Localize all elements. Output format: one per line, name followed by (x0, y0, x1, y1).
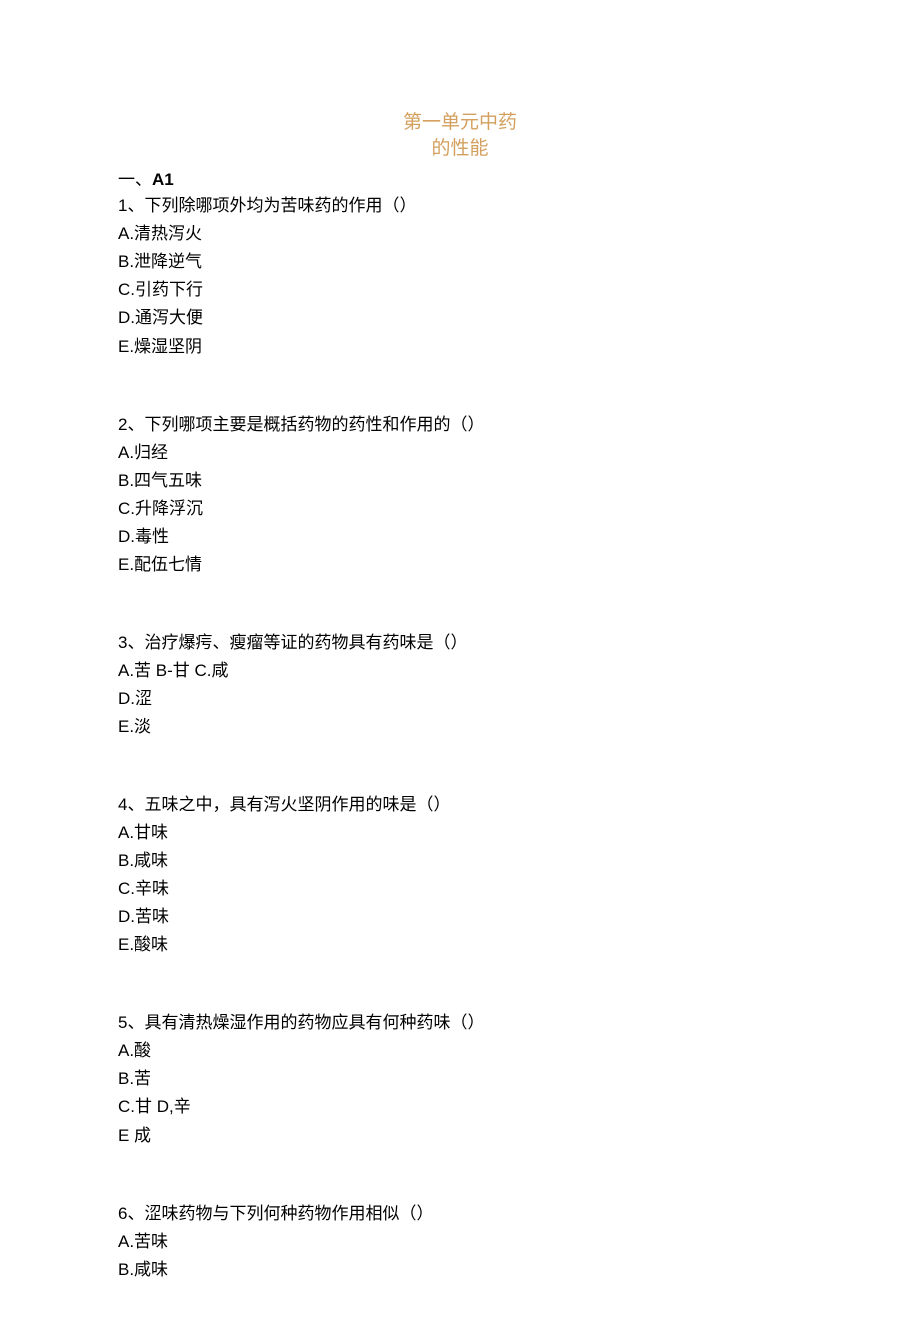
question-stem: 6、涩味药物与下列何种药物作用相似（） (118, 1200, 802, 1228)
question-block: 3、治疗爆疞、瘦瘤等证的药物具有药味是（） A.苦 B-甘 C.咸 D.涩 E.… (118, 629, 802, 741)
question-option: E.燥湿坚阴 (118, 333, 802, 361)
question-option: A.清热泻火 (118, 220, 802, 248)
question-option: A.苦 B-甘 C.咸 (118, 657, 802, 685)
question-option: B.咸味 (118, 1256, 802, 1284)
question-stem: 2、下列哪项主要是概括药物的药性和作用的（） (118, 411, 802, 439)
document-page: 第一单元中药 的性能 一、A1 1、下列除哪项外均为苦味药的作用（） A.清热泻… (0, 0, 920, 1324)
question-option: B.苦 (118, 1065, 802, 1093)
question-option: B.四气五味 (118, 467, 802, 495)
question-option: C.升降浮沉 (118, 495, 802, 523)
question-option: D.通泻大便 (118, 304, 802, 332)
question-block: 4、五味之中，具有泻火坚阴作用的味是（） A.甘味 B.咸味 C.辛味 D.苦味… (118, 791, 802, 959)
question-option: B.咸味 (118, 847, 802, 875)
question-option: E.淡 (118, 713, 802, 741)
question-option: C.甘 D,辛 (118, 1093, 802, 1121)
question-option: D.涩 (118, 685, 802, 713)
question-option: E.酸味 (118, 931, 802, 959)
question-block: 2、下列哪项主要是概括药物的药性和作用的（） A.归经 B.四气五味 C.升降浮… (118, 411, 802, 579)
question-option: C.辛味 (118, 875, 802, 903)
question-block: 6、涩味药物与下列何种药物作用相似（） A.苦味 B.咸味 (118, 1200, 802, 1284)
question-block: 1、下列除哪项外均为苦味药的作用（） A.清热泻火 B.泄降逆气 C.引药下行 … (118, 192, 802, 360)
section-prefix: 一、 (118, 170, 152, 189)
question-stem: 1、下列除哪项外均为苦味药的作用（） (118, 192, 802, 220)
section-heading: 一、A1 (118, 165, 802, 190)
section-code: A1 (152, 170, 174, 189)
title-line-2: 的性能 (431, 138, 488, 159)
question-stem: 5、具有清热燥湿作用的药物应具有何种药味（） (118, 1009, 802, 1037)
question-option: C.引药下行 (118, 276, 802, 304)
question-stem: 4、五味之中，具有泻火坚阴作用的味是（） (118, 791, 802, 819)
title-line-1: 第一单元中药 (403, 112, 517, 133)
question-option: E 成 (118, 1122, 802, 1150)
question-option: A.甘味 (118, 819, 802, 847)
question-block: 5、具有清热燥湿作用的药物应具有何种药味（） A.酸 B.苦 C.甘 D,辛 E… (118, 1009, 802, 1149)
question-stem: 3、治疗爆疞、瘦瘤等证的药物具有药味是（） (118, 629, 802, 657)
question-option: D.毒性 (118, 523, 802, 551)
question-option: A.归经 (118, 439, 802, 467)
question-option: A.酸 (118, 1037, 802, 1065)
question-option: D.苦味 (118, 903, 802, 931)
question-option: A.苦味 (118, 1228, 802, 1256)
document-title: 第一单元中药 的性能 (118, 110, 802, 161)
question-option: B.泄降逆气 (118, 248, 802, 276)
question-option: E.配伍七情 (118, 551, 802, 579)
